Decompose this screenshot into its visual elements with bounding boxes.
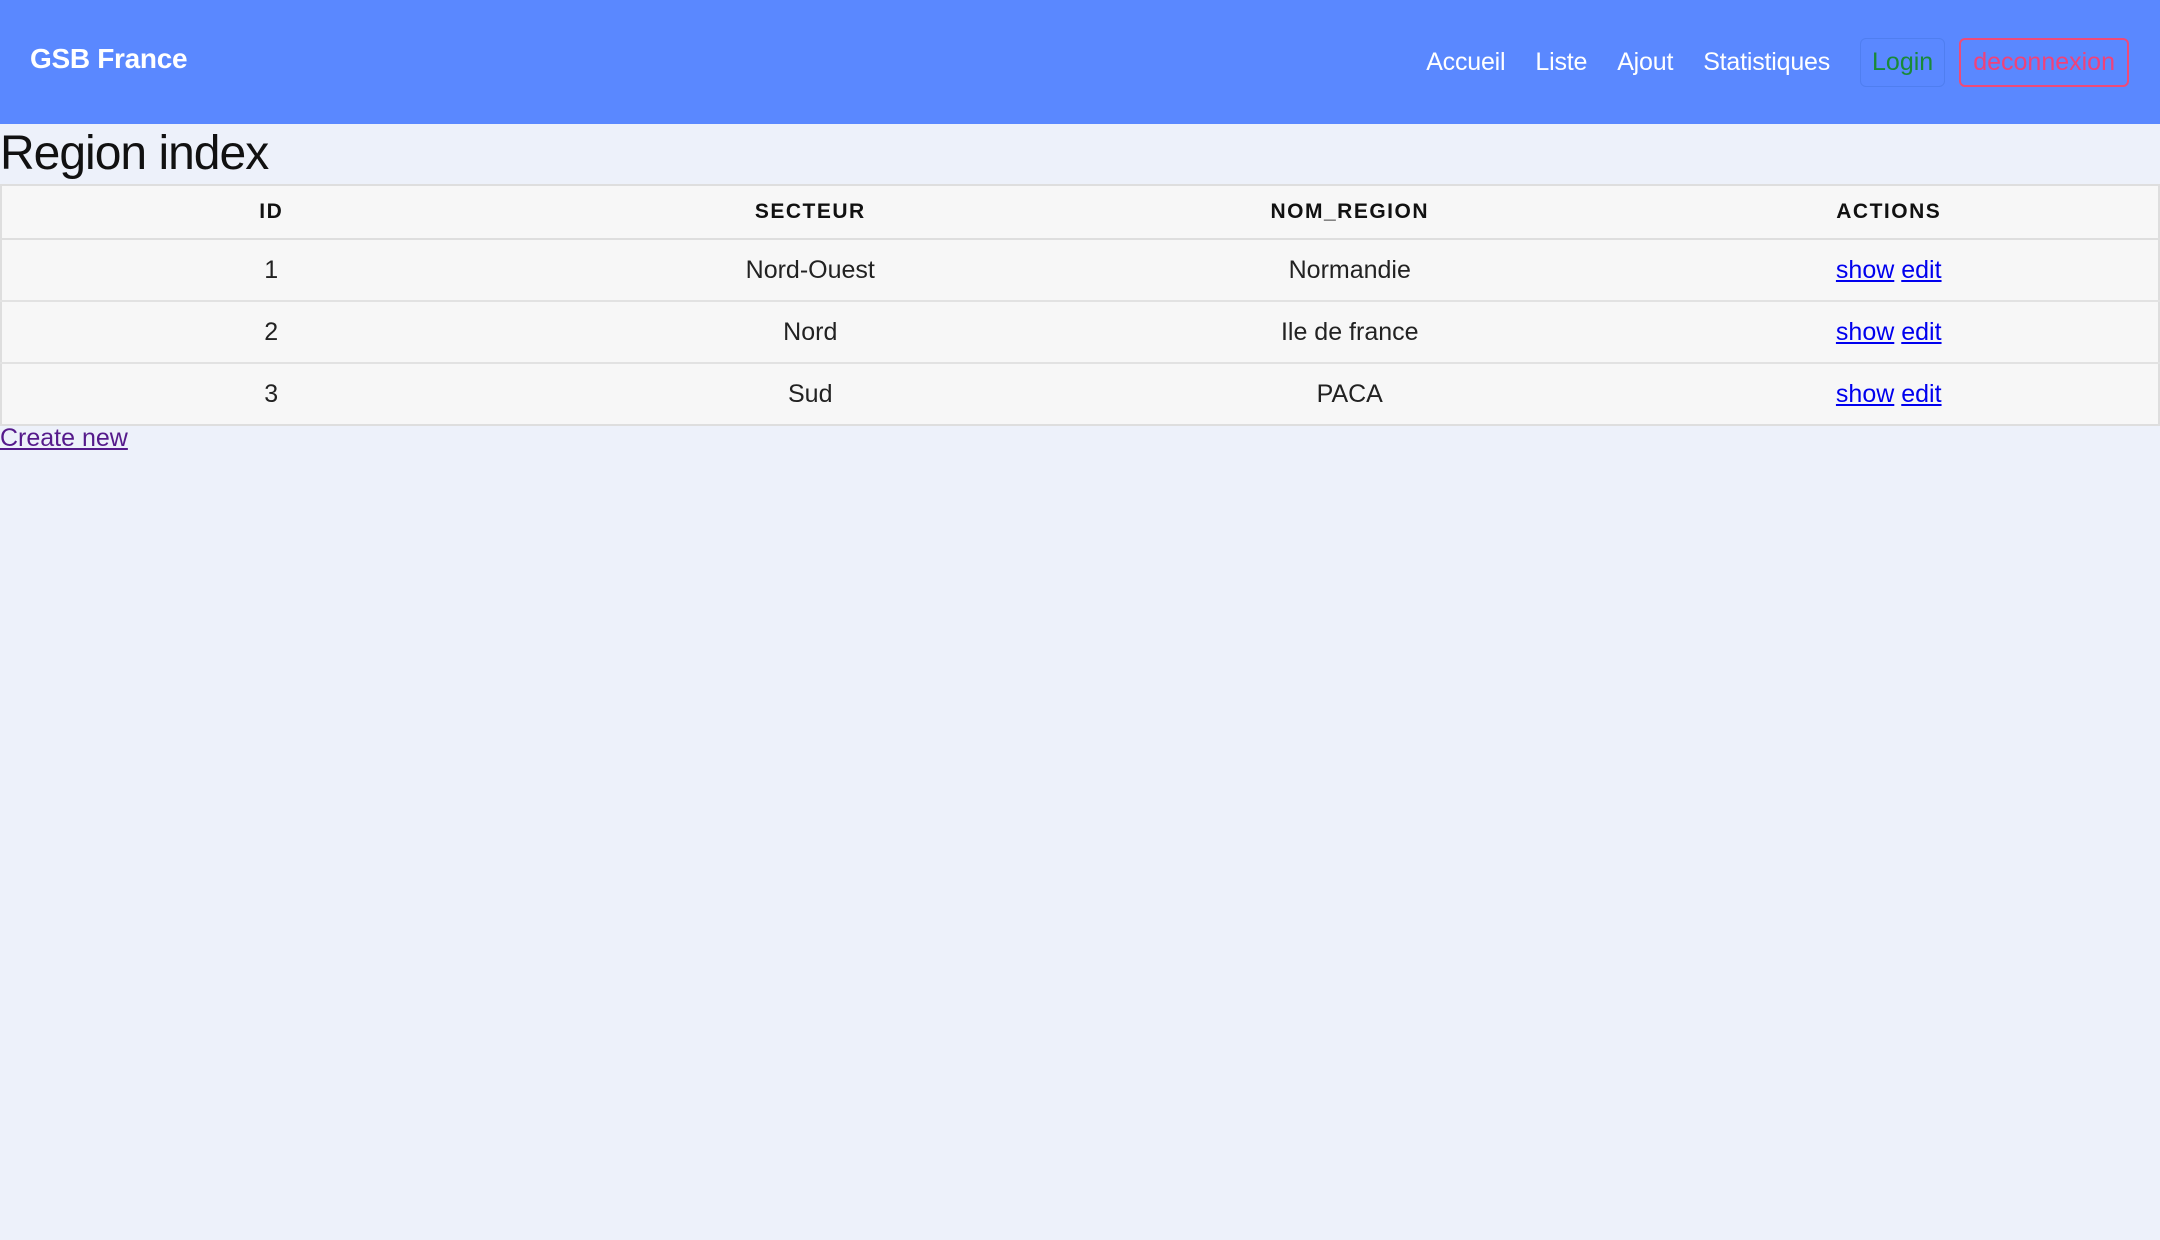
table-row: 1 Nord-Ouest Normandie show edit: [1, 239, 2159, 302]
edit-link[interactable]: edit: [1901, 380, 1941, 408]
page-title: Region index: [0, 127, 269, 180]
logout-button[interactable]: deconnexion: [1959, 37, 2129, 87]
column-header-actions: ACTIONS: [1619, 185, 2159, 240]
login-button[interactable]: Login: [1860, 37, 1946, 87]
column-header-secteur: SECTEUR: [540, 185, 1080, 240]
cell-secteur: Sud: [788, 379, 833, 408]
create-new-link[interactable]: Create new: [0, 424, 128, 453]
cell-actions: show edit: [1619, 239, 2159, 302]
nav-link-liste[interactable]: Liste: [1535, 48, 1587, 77]
brand-link[interactable]: GSB France: [30, 43, 188, 75]
cell-nom-region: Ile de france: [1080, 301, 1620, 364]
nav-link-ajout[interactable]: Ajout: [1617, 48, 1673, 77]
column-header-nom-region: NOM_REGION: [1080, 185, 1620, 240]
edit-link[interactable]: edit: [1901, 318, 1941, 346]
region-table-container: ID SECTEUR NOM_REGION ACTIONS 1 Nord-Oue…: [0, 184, 2160, 426]
table-row: 2 Nord Ile de france show edit: [1, 301, 2159, 364]
column-header-id: ID: [1, 185, 541, 240]
nav-links: Accueil Liste Ajout Statistiques Login d…: [1426, 0, 2160, 124]
show-link[interactable]: show: [1836, 256, 1894, 284]
cell-nom-region: Normandie: [1080, 239, 1620, 302]
show-link[interactable]: show: [1836, 318, 1894, 346]
cell-id: 3: [264, 379, 279, 408]
edit-link[interactable]: edit: [1901, 256, 1941, 284]
table-header-row: ID SECTEUR NOM_REGION ACTIONS: [1, 185, 2159, 240]
cell-secteur: Nord: [540, 301, 1080, 364]
cell-actions: show edit: [1619, 301, 2159, 364]
cell-secteur: Nord-Ouest: [540, 239, 1080, 302]
navbar: GSB France Accueil Liste Ajout Statistiq…: [0, 0, 2160, 124]
cell-id: 1: [1, 239, 541, 302]
region-table: ID SECTEUR NOM_REGION ACTIONS 1 Nord-Oue…: [0, 184, 2160, 426]
table-row: 3 Sud PACA show edit: [1, 363, 2159, 425]
cell-actions: show edit: [1620, 363, 2160, 425]
nav-link-accueil[interactable]: Accueil: [1426, 48, 1505, 77]
nav-link-statistiques[interactable]: Statistiques: [1703, 48, 1830, 77]
show-link[interactable]: show: [1836, 380, 1894, 408]
cell-id: 2: [1, 301, 541, 364]
cell-nom-region: PACA: [1316, 379, 1383, 408]
